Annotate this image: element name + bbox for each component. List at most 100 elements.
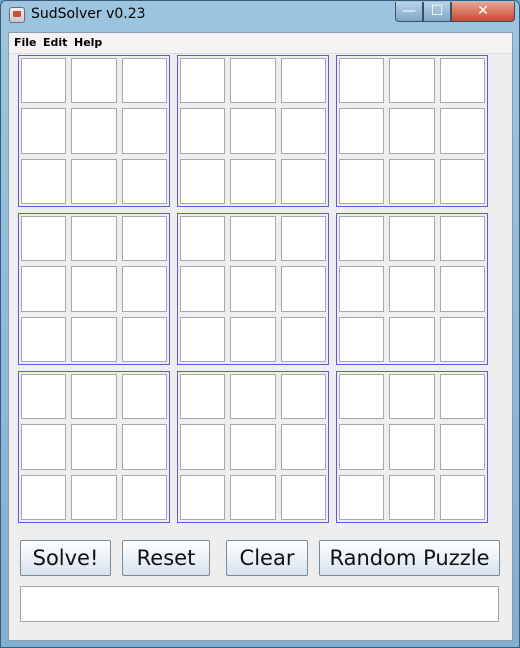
sudoku-box [18, 213, 170, 365]
sudoku-cell[interactable] [280, 108, 326, 154]
sudoku-cell[interactable] [71, 158, 117, 204]
minimize-button[interactable]: — [395, 2, 423, 22]
sudoku-cell[interactable] [180, 58, 226, 104]
sudoku-cell[interactable] [21, 316, 67, 362]
sudoku-cell[interactable] [339, 108, 385, 154]
sudoku-cell[interactable] [71, 108, 117, 154]
sudoku-cell[interactable] [280, 424, 326, 470]
sudoku-cell[interactable] [121, 108, 167, 154]
sudoku-cell[interactable] [71, 316, 117, 362]
sudoku-cell[interactable] [339, 424, 385, 470]
sudoku-cell[interactable] [280, 474, 326, 520]
sudoku-cell[interactable] [439, 108, 485, 154]
sudoku-cell[interactable] [389, 316, 435, 362]
sudoku-cell[interactable] [71, 58, 117, 104]
sudoku-cell[interactable] [389, 58, 435, 104]
app-window: SudSolver v0.23 — ☐ ✕ File Edit Help Sol… [0, 0, 520, 648]
sudoku-cell[interactable] [180, 216, 226, 262]
sudoku-cell[interactable] [389, 216, 435, 262]
sudoku-cell[interactable] [230, 108, 276, 154]
sudoku-cell[interactable] [121, 474, 167, 520]
sudoku-cell[interactable] [230, 424, 276, 470]
sudoku-cell[interactable] [439, 374, 485, 420]
sudoku-cell[interactable] [121, 374, 167, 420]
sudoku-box [336, 55, 488, 207]
sudoku-cell[interactable] [21, 474, 67, 520]
sudoku-cell[interactable] [389, 424, 435, 470]
sudoku-cell[interactable] [71, 374, 117, 420]
sudoku-cell[interactable] [339, 374, 385, 420]
sudoku-cell[interactable] [180, 158, 226, 204]
sudoku-cell[interactable] [439, 316, 485, 362]
sudoku-cell[interactable] [21, 424, 67, 470]
sudoku-cell[interactable] [121, 58, 167, 104]
sudoku-cell[interactable] [439, 58, 485, 104]
solve-button[interactable]: Solve! [20, 540, 111, 576]
sudoku-cell[interactable] [389, 374, 435, 420]
sudoku-cell[interactable] [121, 216, 167, 262]
reset-button[interactable]: Reset [122, 540, 210, 576]
random-puzzle-button[interactable]: Random Puzzle [319, 540, 500, 576]
sudoku-cell[interactable] [180, 424, 226, 470]
sudoku-cell[interactable] [21, 266, 67, 312]
sudoku-cell[interactable] [280, 158, 326, 204]
sudoku-cell[interactable] [180, 266, 226, 312]
sudoku-cell[interactable] [21, 374, 67, 420]
sudoku-cell[interactable] [439, 216, 485, 262]
sudoku-cell[interactable] [21, 158, 67, 204]
sudoku-cell[interactable] [21, 108, 67, 154]
sudoku-box [18, 55, 170, 207]
sudoku-cell[interactable] [439, 266, 485, 312]
sudoku-cell[interactable] [71, 216, 117, 262]
sudoku-cell[interactable] [121, 266, 167, 312]
sudoku-cell[interactable] [280, 58, 326, 104]
sudoku-cell[interactable] [339, 316, 385, 362]
sudoku-cell[interactable] [180, 474, 226, 520]
sudoku-cell[interactable] [230, 474, 276, 520]
title-bar[interactable]: SudSolver v0.23 — ☐ ✕ [1, 1, 519, 31]
sudoku-cell[interactable] [230, 58, 276, 104]
client-area: File Edit Help Solve! Reset Clear Random… [8, 32, 513, 641]
sudoku-cell[interactable] [230, 374, 276, 420]
sudoku-cell[interactable] [389, 266, 435, 312]
sudoku-cell[interactable] [439, 474, 485, 520]
sudoku-cell[interactable] [280, 266, 326, 312]
sudoku-cell[interactable] [121, 158, 167, 204]
sudoku-cell[interactable] [339, 474, 385, 520]
sudoku-cell[interactable] [280, 216, 326, 262]
sudoku-cell[interactable] [439, 158, 485, 204]
clear-button[interactable]: Clear [226, 540, 308, 576]
menu-edit[interactable]: Edit [43, 36, 67, 49]
sudoku-cell[interactable] [230, 316, 276, 362]
menu-bar: File Edit Help [9, 33, 512, 54]
maximize-button[interactable]: ☐ [423, 2, 451, 22]
sudoku-cell[interactable] [180, 108, 226, 154]
sudoku-cell[interactable] [339, 216, 385, 262]
sudoku-cell[interactable] [21, 58, 67, 104]
sudoku-cell[interactable] [230, 216, 276, 262]
sudoku-cell[interactable] [71, 474, 117, 520]
sudoku-cell[interactable] [180, 374, 226, 420]
sudoku-cell[interactable] [180, 316, 226, 362]
sudoku-cell[interactable] [439, 424, 485, 470]
sudoku-cell[interactable] [280, 316, 326, 362]
status-field [20, 586, 499, 622]
sudoku-cell[interactable] [389, 158, 435, 204]
sudoku-cell[interactable] [389, 474, 435, 520]
sudoku-cell[interactable] [21, 216, 67, 262]
menu-help[interactable]: Help [74, 36, 102, 49]
sudoku-cell[interactable] [339, 266, 385, 312]
close-button[interactable]: ✕ [451, 2, 515, 22]
sudoku-cell[interactable] [121, 316, 167, 362]
sudoku-cell[interactable] [339, 158, 385, 204]
sudoku-cell[interactable] [71, 266, 117, 312]
sudoku-cell[interactable] [389, 108, 435, 154]
sudoku-cell[interactable] [230, 158, 276, 204]
sudoku-cell[interactable] [121, 424, 167, 470]
sudoku-box [177, 213, 329, 365]
sudoku-cell[interactable] [280, 374, 326, 420]
sudoku-cell[interactable] [339, 58, 385, 104]
sudoku-cell[interactable] [230, 266, 276, 312]
menu-file[interactable]: File [14, 36, 37, 49]
sudoku-cell[interactable] [71, 424, 117, 470]
